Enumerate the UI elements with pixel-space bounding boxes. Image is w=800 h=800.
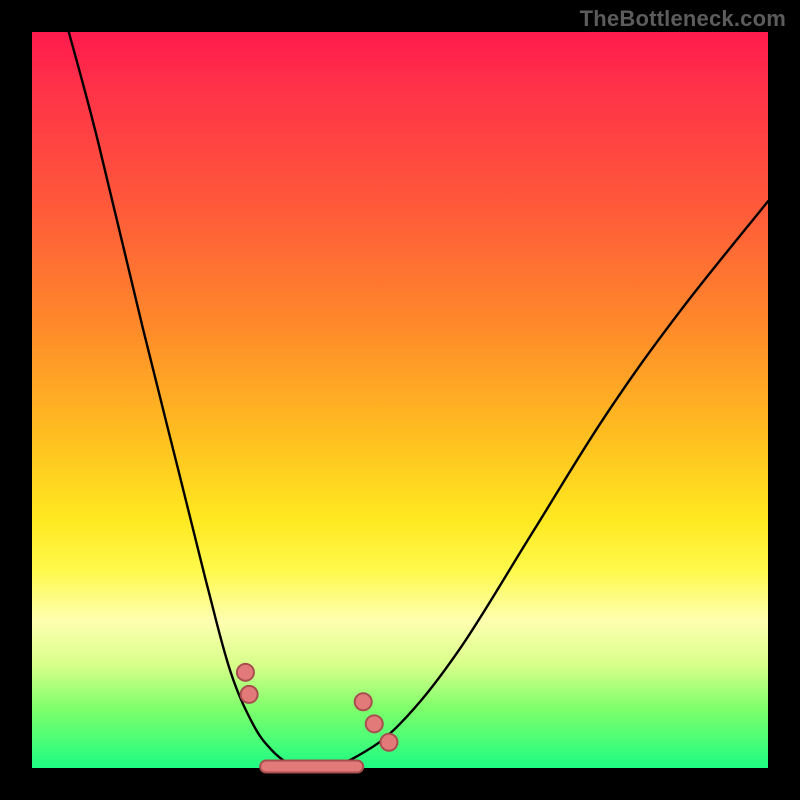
curve-right bbox=[304, 201, 768, 768]
data-marker bbox=[366, 715, 383, 732]
trough-bar bbox=[260, 761, 363, 773]
data-marker bbox=[355, 693, 372, 710]
plot-area bbox=[32, 32, 768, 768]
curve-left bbox=[69, 32, 305, 768]
watermark-text: TheBottleneck.com bbox=[580, 6, 786, 32]
outer-frame: TheBottleneck.com bbox=[0, 0, 800, 800]
data-marker bbox=[241, 686, 258, 703]
chart-overlay bbox=[32, 32, 768, 768]
marker-layer bbox=[237, 664, 398, 773]
data-marker bbox=[380, 734, 397, 751]
data-marker bbox=[237, 664, 254, 681]
